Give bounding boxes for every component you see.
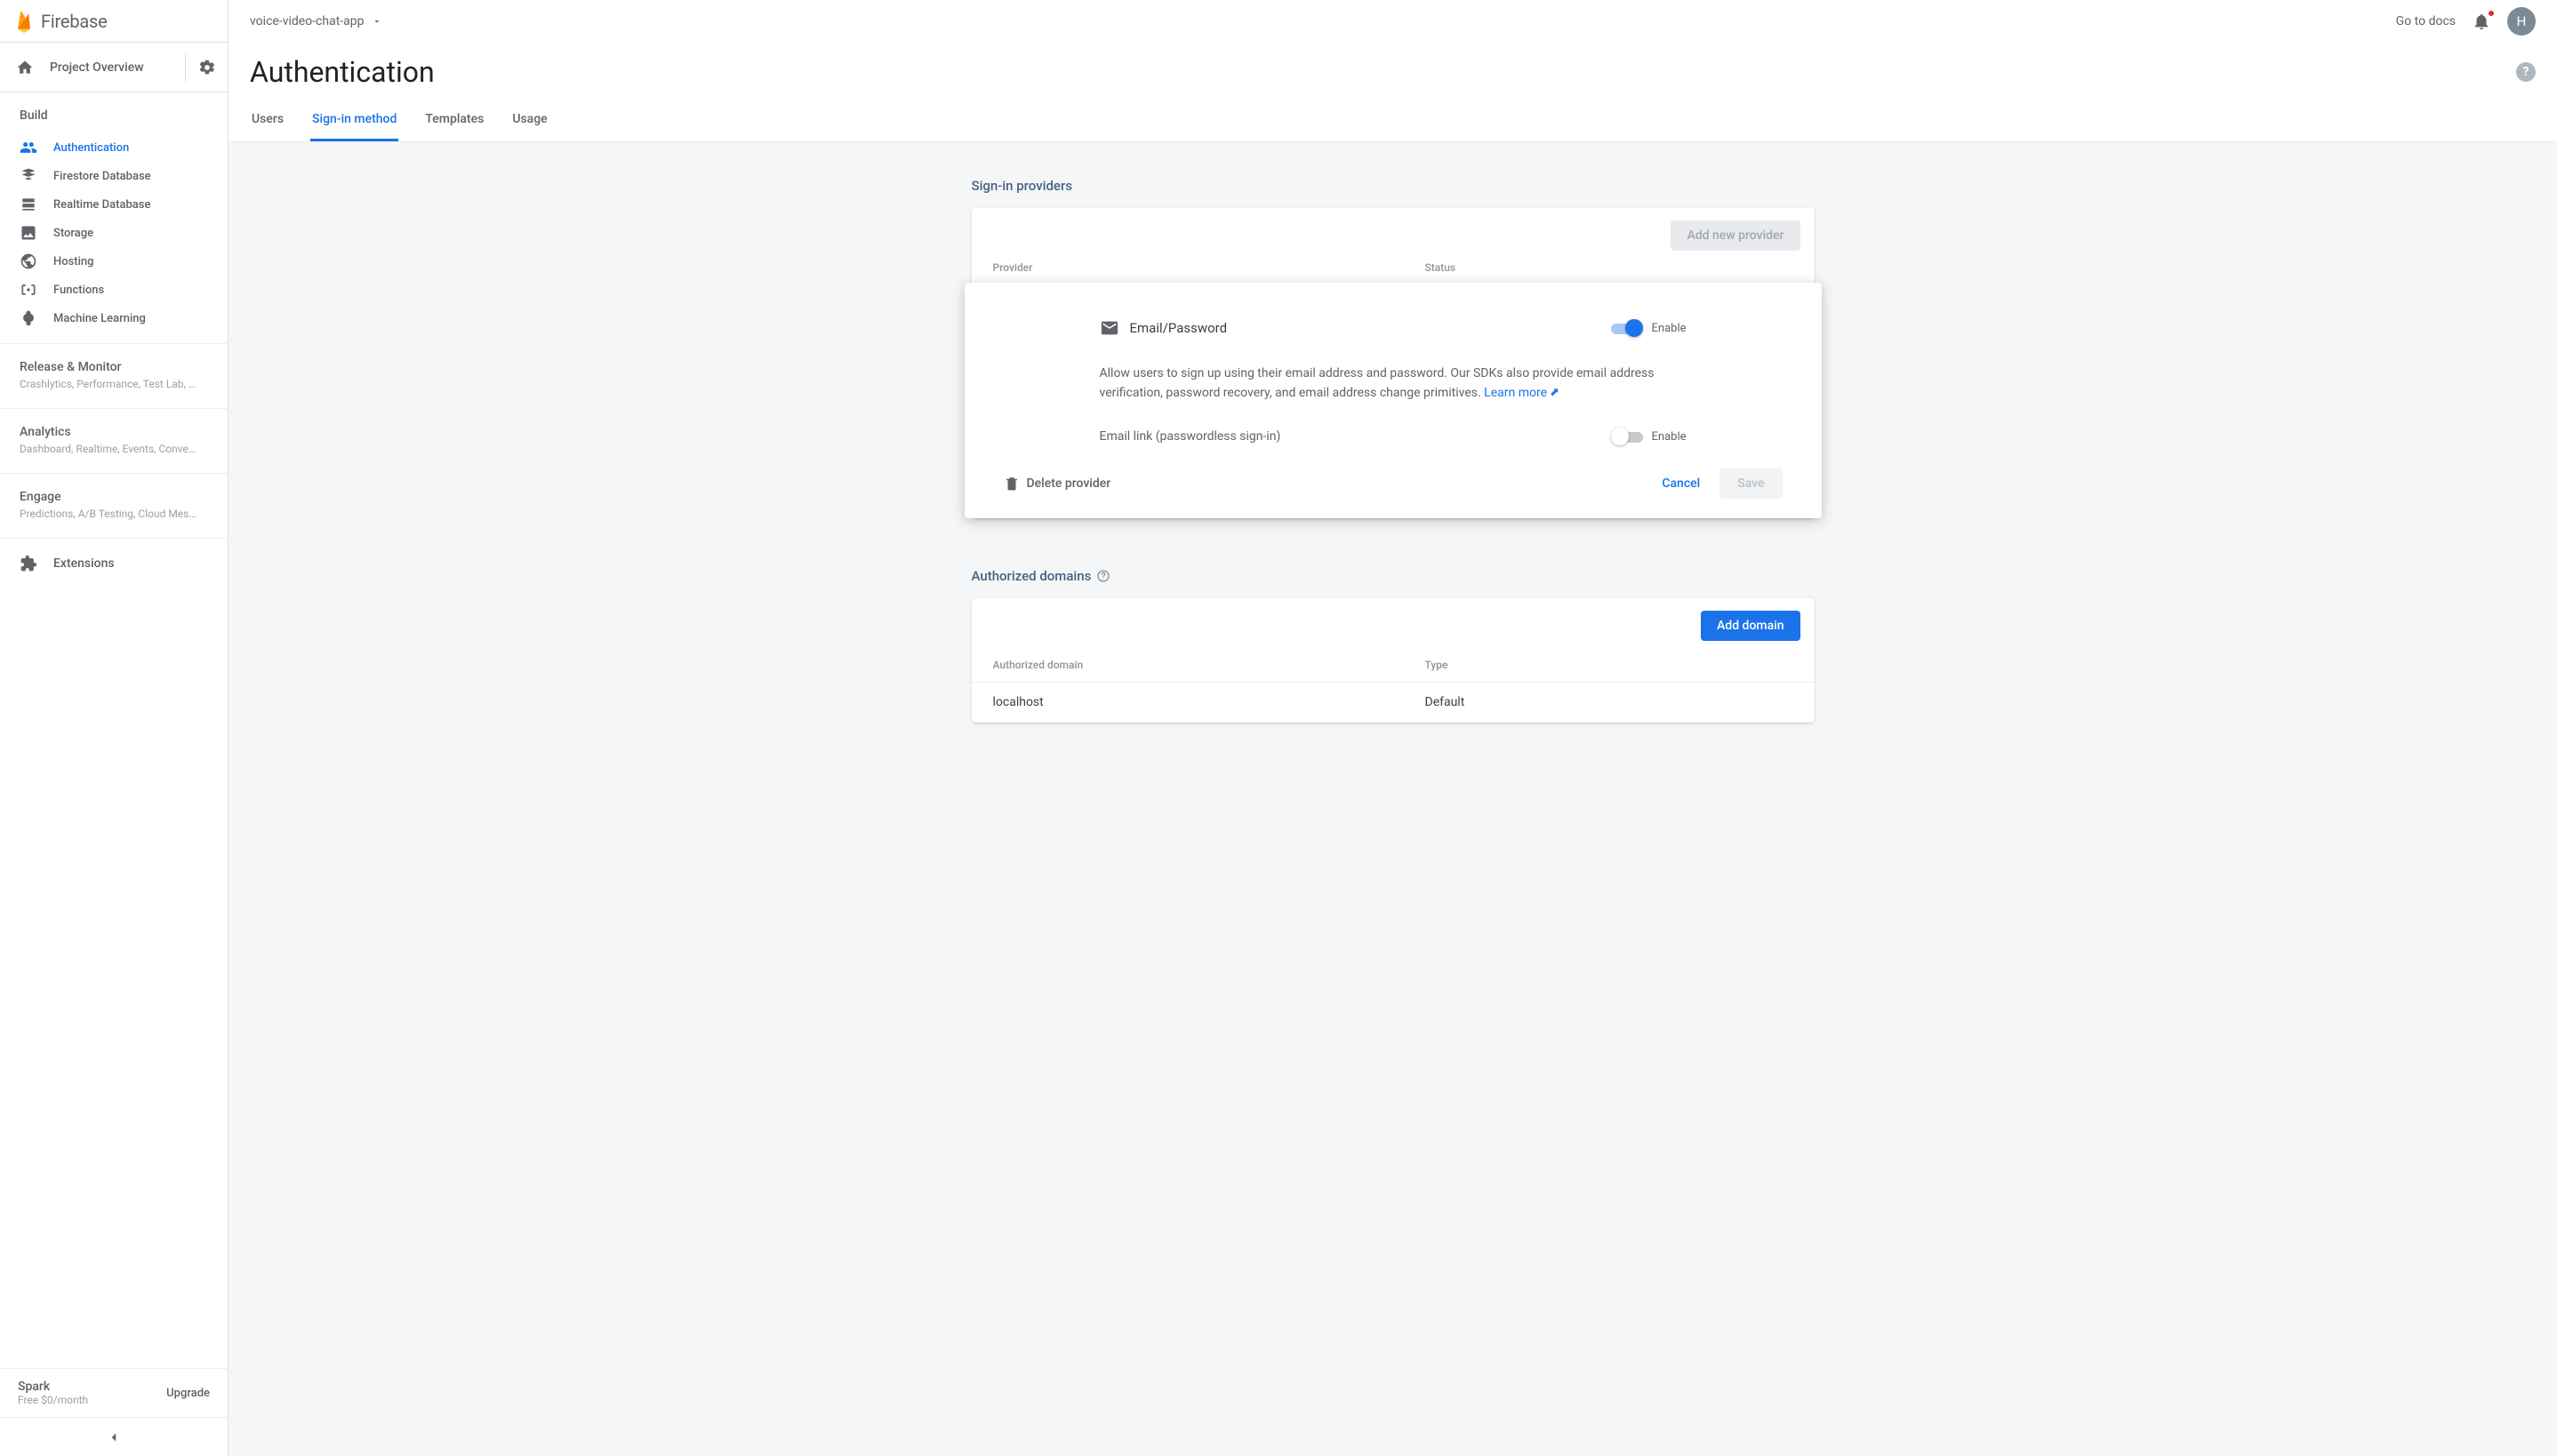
learn-more-link[interactable]: Learn more⬈ [1484,384,1559,404]
main: voice-video-chat-app Go to docs H Authen… [228,0,2557,1456]
col-header-type: Type [1425,659,1448,671]
notification-dot-icon [2488,10,2495,17]
table-row[interactable]: localhost Default [972,683,1815,723]
domain-name: localhost [993,695,1425,709]
project-name: voice-video-chat-app [250,14,365,28]
collapse-sidebar-button[interactable] [0,1417,228,1456]
sidebar-item-functions[interactable]: Functions [0,276,228,304]
caret-down-icon [372,16,382,27]
storage-icon [20,224,37,242]
nav-label: Machine Learning [53,312,146,325]
logo-row[interactable]: Firebase [0,0,228,43]
delete-provider-button[interactable]: Delete provider [1004,476,1111,492]
help-button[interactable]: ? [2516,62,2536,82]
domain-type: Default [1425,695,1465,709]
settings-button[interactable] [185,53,228,82]
email-icon [1100,318,1119,338]
col-header-status: Status [1425,261,1456,274]
nav-label: Functions [53,284,104,297]
section-title: Analytics [20,425,208,439]
enable-toggle[interactable] [1611,319,1643,337]
firestore-icon [20,167,37,185]
learn-more-text: Learn more [1484,384,1547,404]
enable-label: Enable [1652,430,1687,444]
section-title: Release & Monitor [20,360,208,374]
ml-icon [20,309,37,327]
sidebar-item-firestore[interactable]: Firestore Database [0,162,228,190]
chevron-left-icon [106,1429,122,1445]
plan-row: Spark Free $0/month Upgrade [0,1368,228,1417]
plan-price: Free $0/month [18,1394,88,1406]
section-title-providers: Sign-in providers [972,178,1815,194]
avatar[interactable]: H [2507,7,2536,36]
external-link-icon: ⬈ [1550,384,1559,402]
topbar: voice-video-chat-app Go to docs H [228,0,2557,43]
section-subtitle: Crashlytics, Performance, Test Lab, … [20,378,208,390]
nav-label: Firestore Database [53,170,151,183]
sidebar-item-hosting[interactable]: Hosting [0,247,228,276]
docs-link[interactable]: Go to docs [2396,14,2456,28]
cancel-button[interactable]: Cancel [1646,468,1716,499]
email-link-label: Email link (passwordless sign-in) [1100,429,1281,444]
sidebar-section-release[interactable]: Release & Monitor Crashlytics, Performan… [0,343,228,408]
domains-card: Add domain Authorized domain Type localh… [972,598,1815,723]
plan-name: Spark [18,1380,88,1394]
extensions-icon [20,555,37,572]
database-icon [20,196,37,213]
upgrade-button[interactable]: Upgrade [166,1387,210,1400]
provider-description-text: Allow users to sign up using their email… [1100,366,1655,400]
sidebar-item-storage[interactable]: Storage [0,219,228,247]
tab-users[interactable]: Users [250,103,285,141]
trash-icon [1004,476,1020,492]
page-title: Authentication [250,55,435,89]
home-icon [16,59,34,76]
sidebar-item-ml[interactable]: Machine Learning [0,304,228,332]
people-icon [20,139,37,156]
tab-sign-in-method[interactable]: Sign-in method [310,103,398,141]
project-overview-label: Project Overview [50,60,144,75]
add-provider-button[interactable]: Add new provider [1671,220,1800,251]
functions-icon [20,281,37,299]
section-title-domains: Authorized domains [972,568,1815,584]
add-domain-button[interactable]: Add domain [1701,611,1800,641]
enable-label: Enable [1652,322,1687,335]
firebase-logo-icon [14,9,34,34]
sidebar-section-analytics[interactable]: Analytics Dashboard, Realtime, Events, C… [0,408,228,473]
sidebar: Firebase Project Overview Build Authenti… [0,0,228,1456]
nav-label: Storage [53,227,93,240]
sidebar-item-realtime[interactable]: Realtime Database [0,190,228,219]
delete-label: Delete provider [1027,476,1111,491]
nav-label: Authentication [53,141,129,155]
notifications-button[interactable] [2466,12,2497,31]
section-subtitle: Dashboard, Realtime, Events, Conve… [20,443,208,455]
sidebar-item-project-overview[interactable]: Project Overview [0,59,185,76]
email-link-toggle[interactable] [1611,428,1643,445]
section-header-build[interactable]: Build [0,92,228,133]
tab-usage[interactable]: Usage [510,103,549,141]
nav-label: Hosting [53,255,94,268]
col-header-provider: Provider [993,261,1425,274]
tab-templates[interactable]: Templates [423,103,485,141]
save-button[interactable]: Save [1719,468,1782,499]
gear-icon [198,59,216,76]
section-subtitle: Predictions, A/B Testing, Cloud Mes… [20,508,208,520]
section-title: Engage [20,490,208,504]
globe-icon [20,252,37,270]
sidebar-item-authentication[interactable]: Authentication [0,133,228,162]
project-selector[interactable]: voice-video-chat-app [250,14,382,28]
provider-edit-panel: Email/Password Enable Allow users to sig… [965,283,1822,518]
tabs: Users Sign-in method Templates Usage [250,103,2536,141]
provider-description: Allow users to sign up using their email… [1100,364,1687,403]
sidebar-section-engage[interactable]: Engage Predictions, A/B Testing, Cloud M… [0,473,228,538]
domains-title-text: Authorized domains [972,568,1092,584]
brand-text: Firebase [41,11,108,32]
help-outline-icon[interactable] [1096,569,1110,583]
sidebar-item-extensions[interactable]: Extensions [0,538,228,588]
provider-name: Email/Password [1130,320,1228,336]
nav-label: Realtime Database [53,198,150,212]
providers-card: Add new provider Provider Status Email/P… [972,208,1815,518]
col-header-domain: Authorized domain [993,659,1425,671]
extensions-label: Extensions [53,556,115,571]
